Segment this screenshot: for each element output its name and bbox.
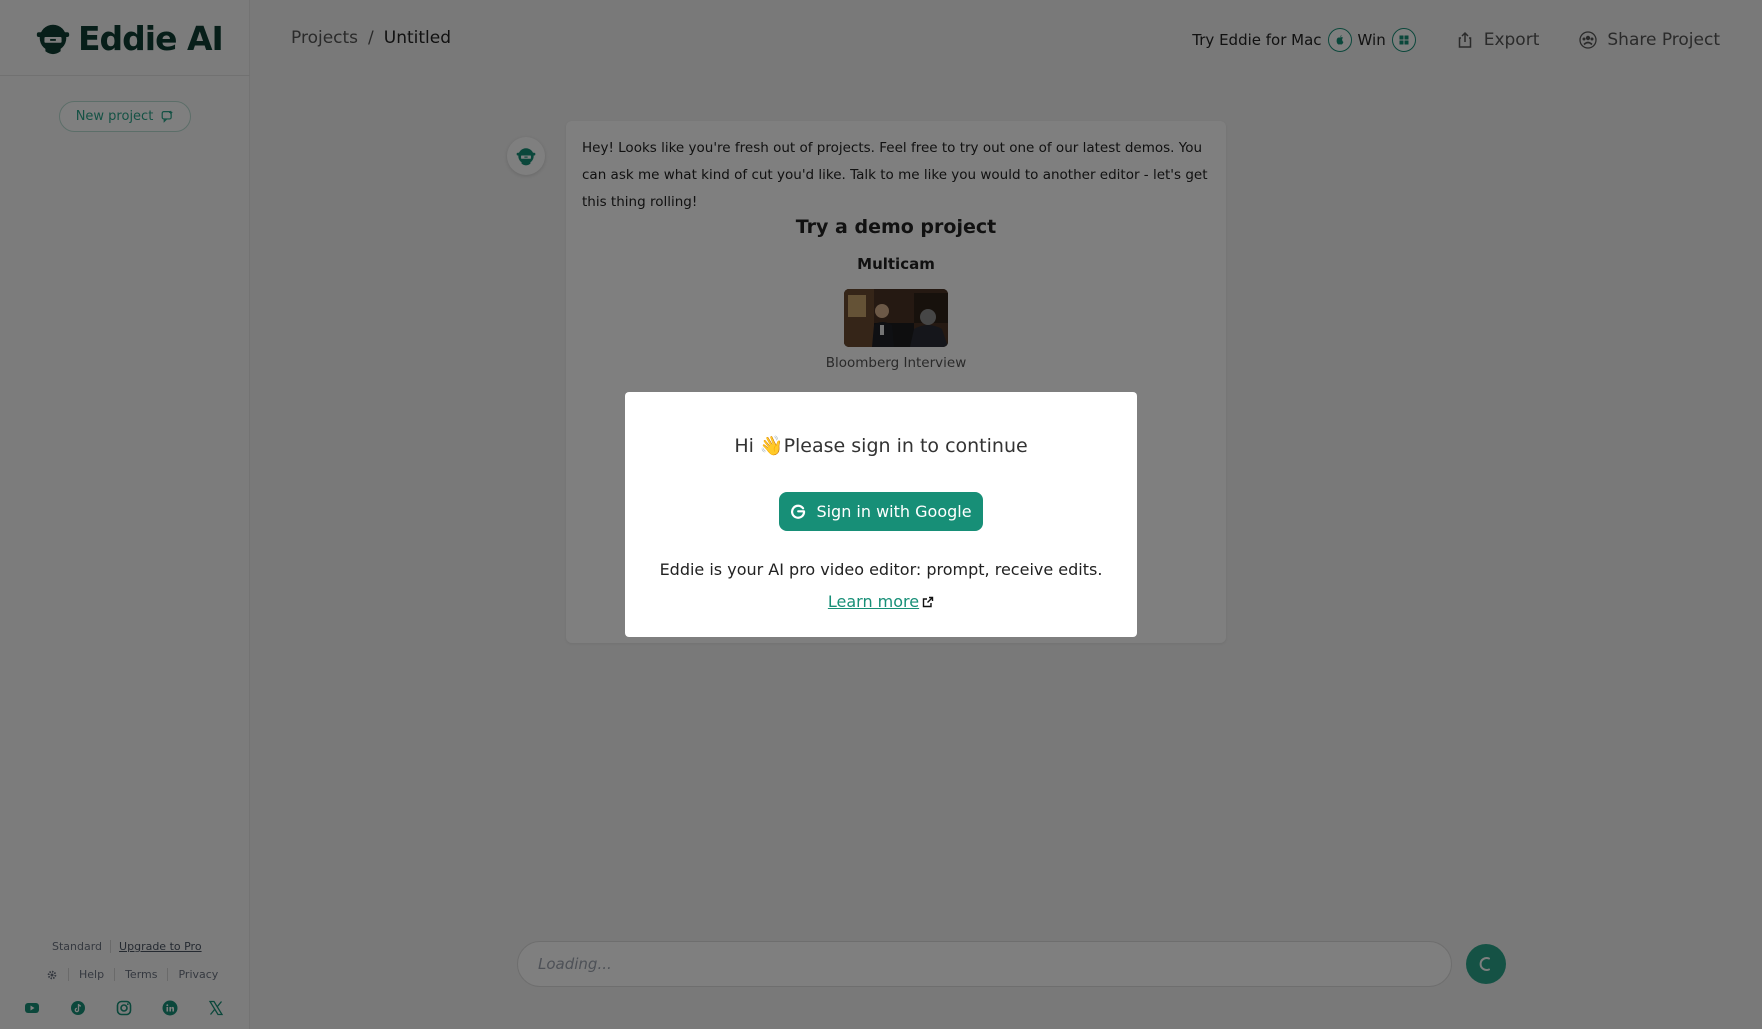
sign-in-modal: Hi 👋Please sign in to continue Sign in w… — [625, 392, 1137, 637]
learn-more-row: Learn more — [625, 592, 1137, 611]
external-link-icon — [922, 596, 934, 608]
google-icon — [791, 504, 806, 519]
sign-in-google-button[interactable]: Sign in with Google — [779, 492, 983, 531]
modal-title: Hi 👋Please sign in to continue — [734, 435, 1028, 457]
sign-in-google-label: Sign in with Google — [816, 502, 972, 521]
learn-more-link[interactable]: Learn more — [828, 592, 919, 611]
modal-description: Eddie is your AI pro video editor: promp… — [659, 560, 1103, 579]
